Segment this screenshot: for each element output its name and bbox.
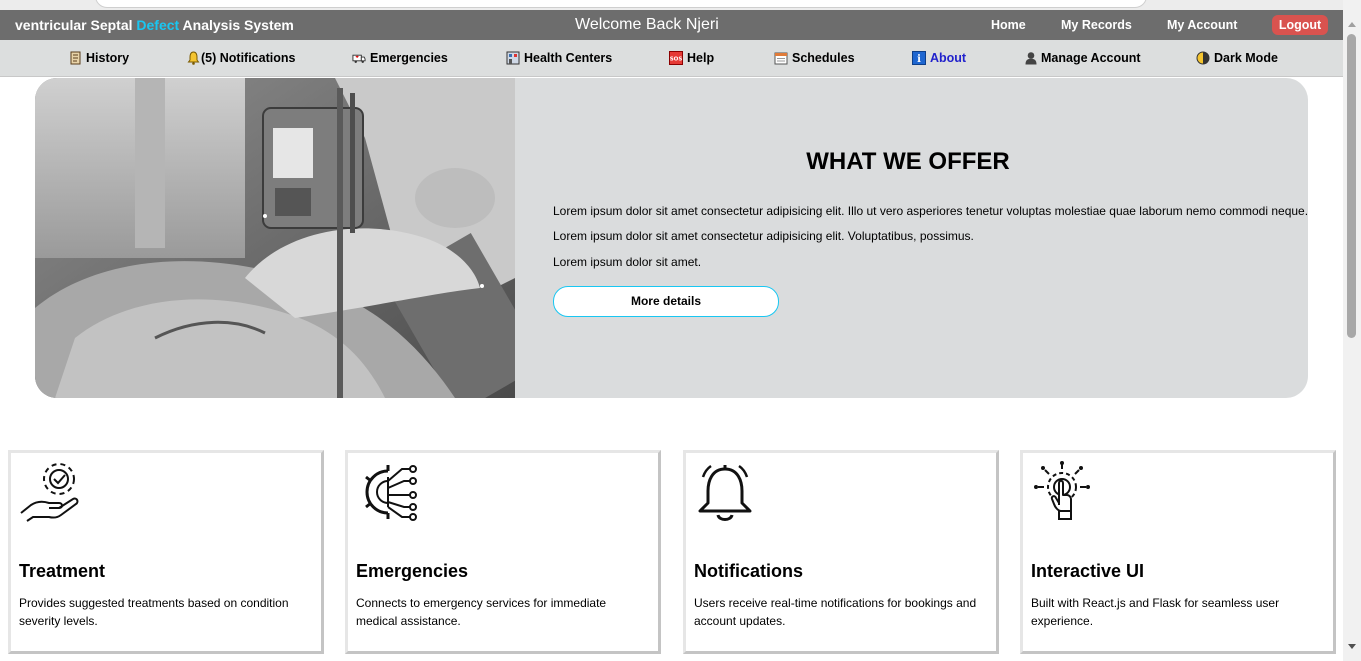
offer-line-2: Lorem ipsum dolor sit amet consectetur a… xyxy=(553,229,974,243)
address-strip xyxy=(0,0,1343,10)
scroll-icon xyxy=(68,51,82,65)
address-bar[interactable] xyxy=(95,0,1147,8)
menu-item-notifications[interactable]: (5) Notifications xyxy=(186,51,295,65)
vertical-scrollbar[interactable] xyxy=(1343,0,1361,661)
offer-title: WHAT WE OFFER xyxy=(806,148,1010,175)
logout-button[interactable]: Logout xyxy=(1272,15,1328,35)
welcome-message: Welcome Back Njeri xyxy=(575,16,719,33)
menu-item-dark-mode[interactable]: Dark Mode xyxy=(1196,51,1278,65)
menu-item-emergencies[interactable]: Emergencies xyxy=(352,51,448,65)
menu-label: Health Centers xyxy=(524,51,613,65)
brand-text: ventricular Septal xyxy=(15,17,137,33)
offer-banner: WHAT WE OFFER Lorem ipsum dolor sit amet… xyxy=(35,78,1308,398)
menu-item-help[interactable]: SOS Help xyxy=(669,51,714,65)
menu-item-history[interactable]: History xyxy=(68,51,129,65)
menu-label: Schedules xyxy=(792,51,855,65)
gear-circuit-icon xyxy=(365,465,417,521)
touch-icon xyxy=(1034,461,1090,520)
more-details-button[interactable]: More details xyxy=(553,286,779,317)
top-header: ventricular Septal Defect Analysis Syste… xyxy=(0,10,1343,40)
sos-icon: SOS xyxy=(669,51,683,65)
card-title: Treatment xyxy=(19,561,106,581)
hand-gear-icon xyxy=(20,463,79,522)
card-description: Provides suggested treatments based on c… xyxy=(19,596,289,628)
menu-label: Manage Account xyxy=(1041,51,1141,65)
brand-title: ventricular Septal Defect Analysis Syste… xyxy=(15,17,294,33)
half-moon-icon xyxy=(1196,51,1210,65)
menu-item-manage-account[interactable]: Manage Account xyxy=(1024,51,1141,65)
menu-item-health-centers[interactable]: Health Centers xyxy=(506,51,612,65)
bell-icon xyxy=(186,51,200,65)
feature-card-notifications: Notifications Users receive real-time no… xyxy=(683,450,999,654)
menu-label: Emergencies xyxy=(370,51,448,65)
menu-label: (5) Notifications xyxy=(201,51,296,65)
scroll-up-arrow-icon[interactable] xyxy=(1348,22,1356,27)
nav-my-records-link[interactable]: My Records xyxy=(1061,18,1132,32)
feature-card-interactive-ui: Interactive UI Built with React.js and F… xyxy=(1020,450,1336,654)
feature-card-emergencies: Emergencies Connects to emergency servic… xyxy=(345,450,661,654)
card-title: Emergencies xyxy=(356,561,469,581)
nav-home-link[interactable]: Home xyxy=(991,18,1026,32)
card-description: Built with React.js and Flask for seamle… xyxy=(1031,596,1280,628)
page: ventricular Septal Defect Analysis Syste… xyxy=(0,0,1343,661)
brand-accent-text: Defect xyxy=(136,17,180,33)
offer-line-3: Lorem ipsum dolor sit amet. xyxy=(553,255,702,269)
info-icon: i xyxy=(912,51,926,65)
hospital-icon xyxy=(506,51,520,65)
brand-text-end: Analysis System xyxy=(179,17,294,33)
user-icon xyxy=(1024,51,1038,65)
card-title: Interactive UI xyxy=(1031,561,1145,581)
calendar-icon xyxy=(774,51,788,65)
scroll-down-arrow-icon[interactable] xyxy=(1348,644,1356,649)
hospital-patient-photo xyxy=(35,78,515,398)
ambulance-icon xyxy=(352,51,366,65)
feature-card-treatment: Treatment Provides suggested treatments … xyxy=(8,450,324,654)
menu-label: Help xyxy=(687,51,715,65)
menu-label: About xyxy=(930,51,967,65)
menu-bar: History (5) Notifications Emergencies He… xyxy=(0,40,1343,77)
card-description: Users receive real-time notifications fo… xyxy=(694,596,977,628)
menu-label: History xyxy=(86,51,130,65)
card-title: Notifications xyxy=(694,561,804,581)
menu-label: Dark Mode xyxy=(1214,51,1278,65)
scrollbar-thumb[interactable] xyxy=(1347,34,1356,338)
card-description: Connects to emergency services for immed… xyxy=(356,596,607,628)
offer-line-1: Lorem ipsum dolor sit amet consectetur a… xyxy=(553,204,1308,218)
svg-text:SOS: SOS xyxy=(670,57,683,63)
menu-item-schedules[interactable]: Schedules xyxy=(774,51,855,65)
svg-text:i: i xyxy=(917,54,921,65)
bell-icon xyxy=(698,464,752,521)
menu-item-about[interactable]: i About xyxy=(912,51,966,65)
nav-my-account-link[interactable]: My Account xyxy=(1167,18,1237,32)
